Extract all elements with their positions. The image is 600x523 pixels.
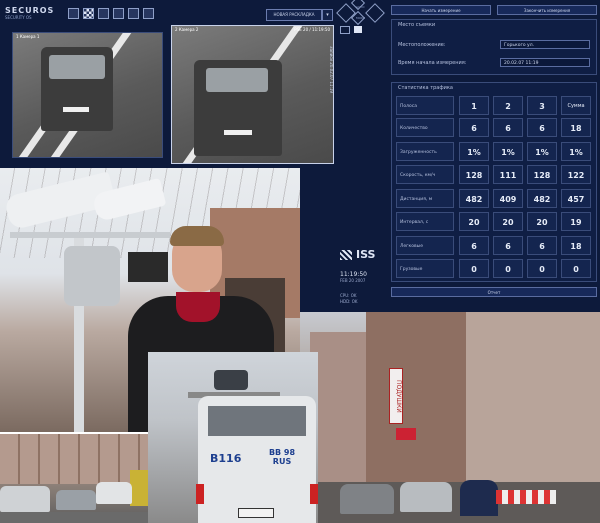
table-cell: 482 (459, 188, 489, 208)
table-cell: 128 (459, 165, 489, 184)
layout-toolbar (68, 8, 154, 19)
camera-2-label: 2 Камера 2 (175, 27, 199, 32)
table-cell: 0 (459, 259, 489, 278)
table-cell: 1% (561, 141, 591, 161)
car (400, 482, 452, 512)
row-label: Скорость, км/ч (396, 165, 454, 184)
layout-1x1-button[interactable] (68, 8, 79, 19)
nav-right-icon[interactable] (365, 3, 385, 23)
lane-1-header: 1 (459, 96, 489, 115)
table-cell: 457 (561, 188, 591, 208)
table-cell: 0 (561, 259, 591, 278)
roof-camera-icon (214, 370, 248, 390)
table-cell: 122 (561, 165, 591, 184)
auto-label: AUTO (356, 5, 365, 9)
table-cell: 6 (459, 118, 489, 137)
layout-3x3-button[interactable] (98, 8, 109, 19)
camera-icon[interactable] (340, 26, 350, 34)
location-panel: Место съемки Местоположение: Горького ул… (391, 19, 597, 75)
table-cell: 409 (493, 188, 523, 208)
row-label: Легковые (396, 235, 454, 255)
table-cell: 1% (527, 141, 557, 161)
table-cell: 6 (493, 235, 523, 255)
layout-2x2-button[interactable] (83, 8, 94, 19)
camera-view-2[interactable]: 2 Камера 2 PSE 20 / 11:19:50 (171, 25, 334, 164)
layout-select[interactable]: НОВАЯ РАСКЛАДКА (266, 9, 322, 21)
table-cell: 128 (527, 165, 557, 184)
van-sign-right: BB 98 RUS (268, 448, 296, 466)
system-clock: 11:19:50 FEB 20 2007 (340, 271, 367, 283)
lane-3-header: 3 (527, 96, 557, 115)
location-field[interactable]: Горького ул. (500, 40, 590, 49)
iss-logo-icon (340, 250, 352, 260)
table-cell: 0 (493, 259, 523, 278)
row-label: Интервал, с (396, 212, 454, 231)
layout-4x4-button[interactable] (113, 8, 124, 19)
location-panel-title: Место съемки (398, 22, 436, 28)
pedestrian (460, 480, 498, 516)
table-cell: 6 (459, 235, 489, 255)
table-cell: 1% (459, 141, 489, 161)
camera-2-timestamp: PSE 20 / 11:19:50 (294, 27, 330, 32)
row-label: Количество (396, 118, 454, 137)
camera-view-1[interactable]: 1 Камера 1 (12, 32, 163, 158)
iss-brand: ISS (356, 248, 376, 261)
car-1 (41, 47, 113, 131)
location-label: Местоположение: (398, 42, 446, 48)
table-cell: 20 (459, 212, 489, 231)
camera-1-label: 1 Камера 1 (16, 34, 40, 39)
chevron-down-icon[interactable]: ▾ (322, 9, 333, 21)
snapshot-icon[interactable] (354, 26, 362, 33)
table-cell: 6 (493, 118, 523, 137)
row-label: Загруженность (396, 141, 454, 161)
securos-logo: SECUROS SECURITY OS (5, 6, 55, 20)
start-measure-button[interactable]: Начать измерение (391, 5, 491, 15)
report-button[interactable]: Отчет (391, 287, 597, 297)
table-cell: 1% (493, 141, 523, 161)
table-cell: 0 (527, 259, 557, 278)
van-photo: B116 BB 98 RUS (148, 352, 318, 523)
start-time-field[interactable]: 20.02.07 11:19 (500, 58, 590, 67)
total-header: Сумма (561, 96, 591, 115)
table-cell: 482 (527, 188, 557, 208)
row-label: Грузовые (396, 259, 454, 278)
table-cell: 6 (527, 235, 557, 255)
table-cell: 19 (561, 212, 591, 231)
van-sign-left: B116 (210, 452, 242, 465)
camera-2-side-info: Записи 20.02.07 11:19 (329, 46, 334, 93)
table-cell: 6 (527, 118, 557, 137)
row-label: Дистанция, м (396, 188, 454, 208)
traffic-stats-title: Статистика трафика (398, 85, 453, 91)
table-cell: 111 (493, 165, 523, 184)
table-cell: 18 (561, 235, 591, 255)
barrier (496, 490, 556, 504)
system-status: CPU: OK HDD: OK (340, 293, 358, 304)
street-photo-right: ПОДУШКИ (300, 312, 600, 523)
shop-sign: ПОДУШКИ (389, 368, 403, 424)
layout-5x5-button[interactable] (128, 8, 139, 19)
car (340, 484, 394, 514)
lane-header: Полоса (396, 96, 454, 115)
table-cell: 20 (527, 212, 557, 231)
red-sign (396, 428, 416, 440)
start-time-label: Время начала измерения: (398, 60, 467, 66)
finish-measure-button[interactable]: Закончить измерения (497, 5, 597, 15)
table-cell: 18 (561, 118, 591, 137)
layout-6x6-button[interactable] (143, 8, 154, 19)
table-cell: 20 (493, 212, 523, 231)
mode-label: MODE (356, 16, 366, 20)
lane-2-header: 2 (493, 96, 523, 115)
car-2 (194, 60, 282, 156)
